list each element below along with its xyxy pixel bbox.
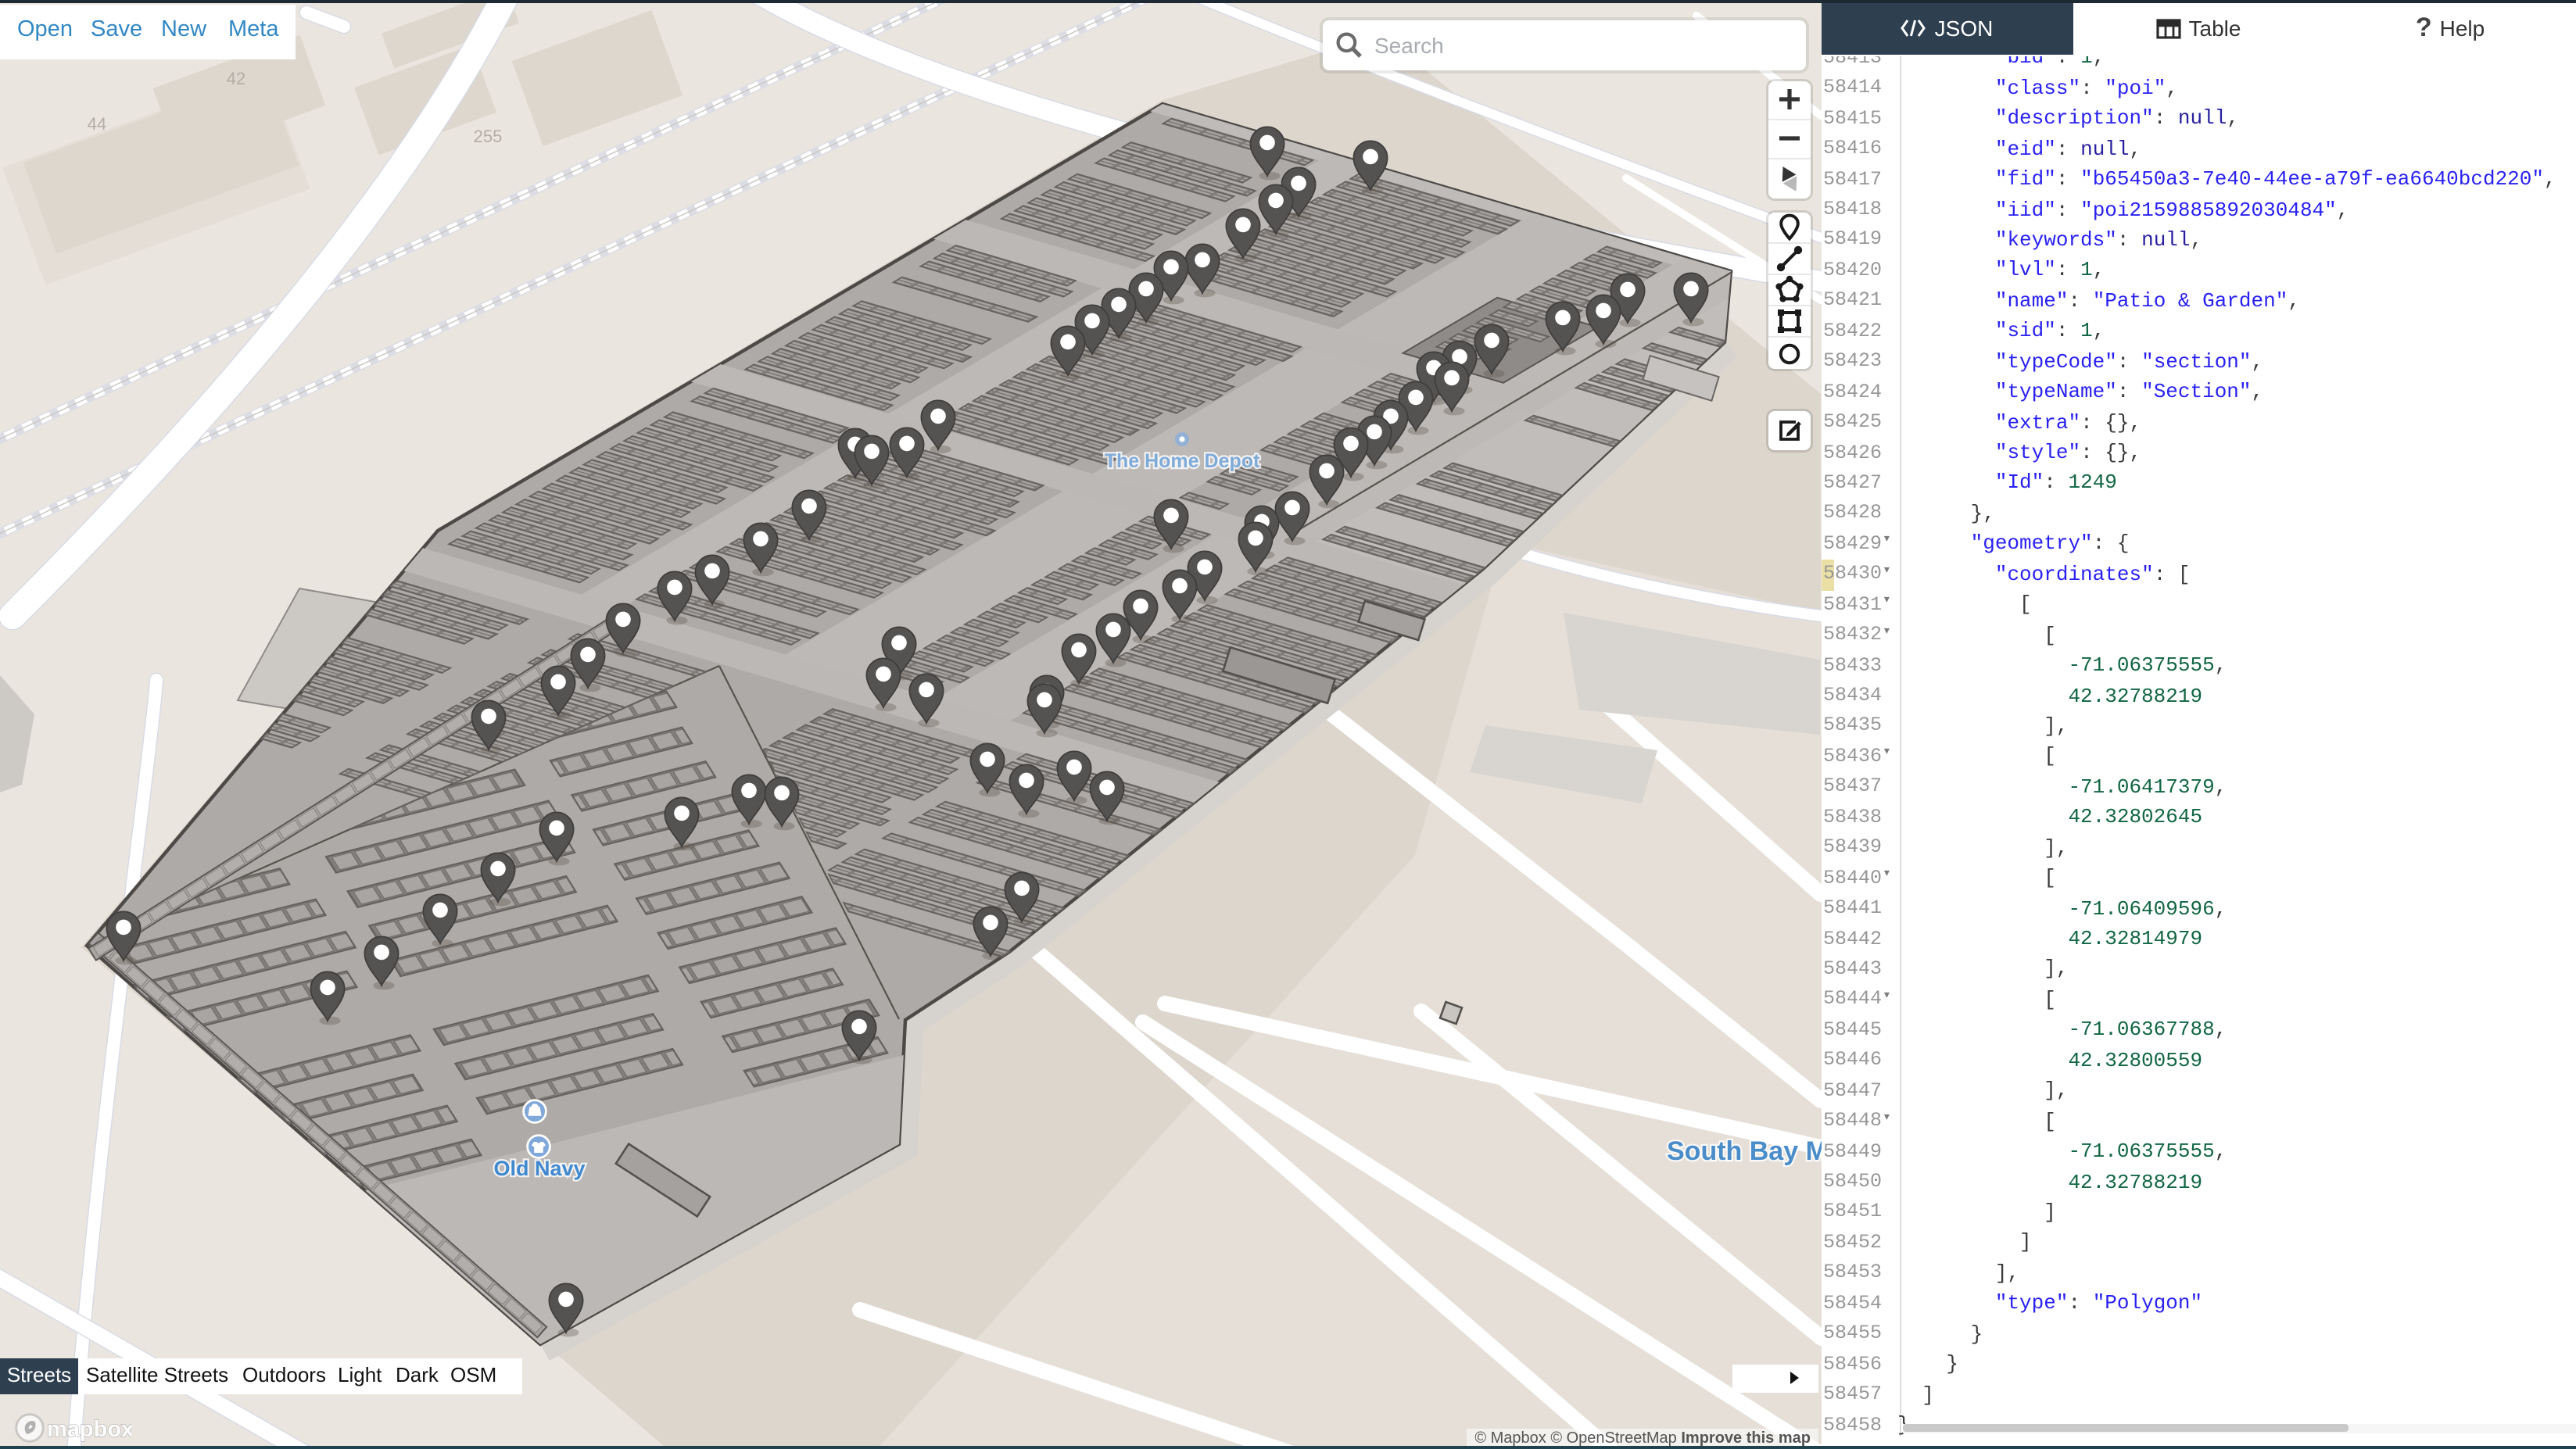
- svg-text:Old Navy: Old Navy: [493, 1156, 585, 1179]
- svg-text:255: 255: [474, 126, 503, 145]
- svg-text:The Home Depot: The Home Depot: [1105, 449, 1260, 471]
- svg-text:42: 42: [227, 68, 245, 88]
- svg-text:South Bay M: South Bay M: [1667, 1136, 1821, 1165]
- svg-text:44: 44: [88, 113, 106, 133]
- svg-text:mapbox: mapbox: [47, 1416, 131, 1441]
